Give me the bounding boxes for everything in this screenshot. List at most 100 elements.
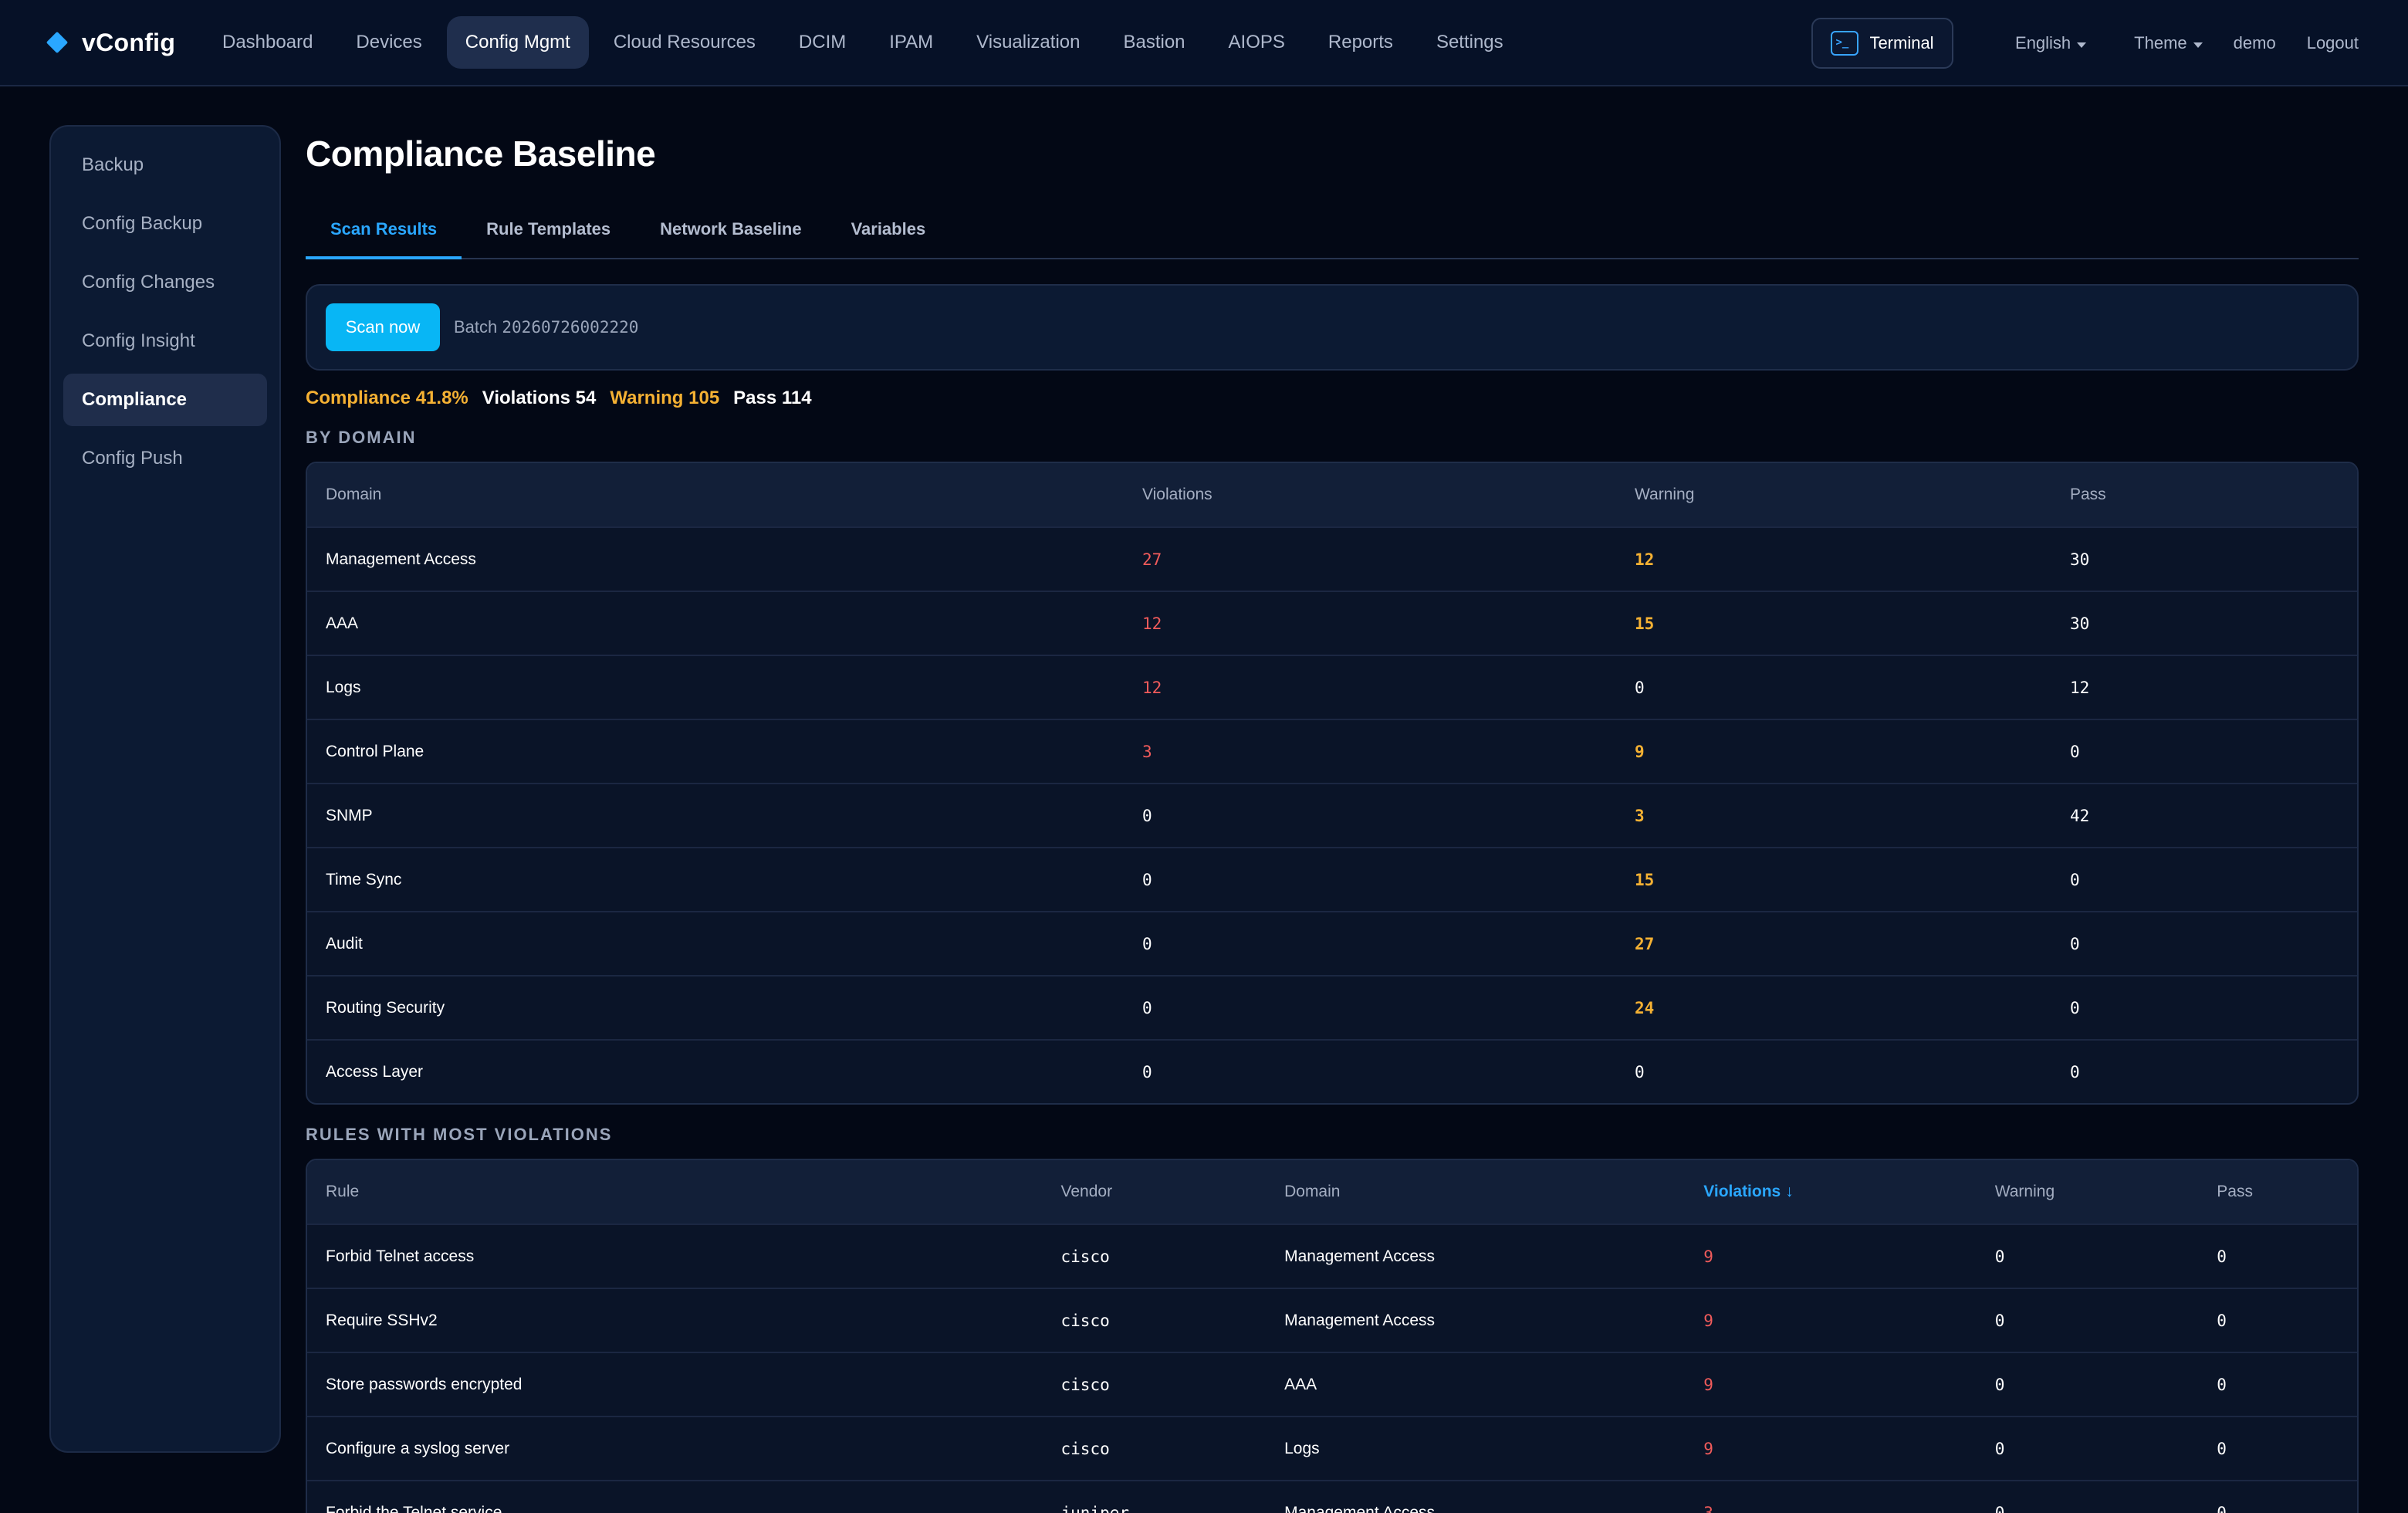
nav-item-dashboard[interactable]: Dashboard — [204, 16, 331, 69]
tab-network-baseline[interactable]: Network Baseline — [635, 210, 826, 259]
domain-cell: SNMP — [326, 806, 373, 824]
nav-item-visualization[interactable]: Visualization — [958, 16, 1098, 69]
column-header-warning[interactable]: Warning — [1616, 486, 2051, 504]
warning-cell: 12 — [1635, 550, 1655, 569]
rules-table: Rule Vendor Domain Violations ↓ Warning Pass Fo… — [306, 1159, 2359, 1513]
column-header-pass[interactable]: Pass — [2051, 486, 2345, 504]
warning-cell: 0 — [1635, 678, 1645, 697]
terminal-icon: >_ — [1831, 31, 1859, 56]
domain-cell: Time Sync — [326, 870, 402, 889]
nav-item-reports[interactable]: Reports — [1310, 16, 1412, 69]
sidebar-item-backup[interactable]: Backup — [63, 139, 267, 191]
violations-cell: 3 — [1703, 1503, 1713, 1513]
sidebar-item-config-changes[interactable]: Config Changes — [63, 256, 267, 309]
pass-cell: 0 — [2070, 934, 2080, 953]
pass-total: Pass 114 — [733, 388, 812, 408]
batch-label: Batch — [454, 317, 498, 337]
main-nav: Dashboard Devices Config Mgmt Cloud Resourc… — [204, 16, 1528, 69]
brand[interactable]: vConfig — [46, 29, 181, 57]
pass-cell: 0 — [2217, 1503, 2227, 1513]
column-header-label: Rule — [326, 1183, 360, 1200]
column-header-vendor[interactable]: Vendor — [1043, 1183, 1267, 1201]
violations-cell: 9 — [1703, 1439, 1713, 1458]
warning-cell: 24 — [1635, 998, 1655, 1017]
vendor-cell: cisco — [1060, 1311, 1110, 1330]
vendor-cell: juniper — [1060, 1503, 1130, 1513]
warning-cell: 0 — [1994, 1503, 2005, 1513]
warning-cell: 0 — [1994, 1375, 2005, 1394]
warning-cell: 15 — [1635, 870, 1655, 889]
pass-cell: 0 — [2070, 742, 2080, 761]
column-header-label: Vendor — [1060, 1183, 1113, 1200]
rule-cell: Require SSHv2 — [326, 1311, 438, 1329]
diamond-logo-icon — [46, 31, 69, 54]
warning-cell: 3 — [1635, 806, 1645, 825]
scan-now-button[interactable]: Scan now — [326, 303, 440, 351]
domain-cell: Access Layer — [326, 1062, 424, 1081]
table-row: Store passwords encrypted cisco AAA 9 0 0 — [307, 1352, 2357, 1416]
compliance-rate: Compliance 41.8% — [306, 388, 468, 408]
column-header-pass[interactable]: Pass — [2198, 1183, 2357, 1201]
pass-cell: 12 — [2070, 678, 2090, 697]
nav-item-cloud-resources[interactable]: Cloud Resources — [595, 16, 774, 69]
language-label: English — [2015, 33, 2071, 52]
violations-total: Violations 54 — [482, 388, 597, 408]
batch-info: Batch 20260726002220 — [454, 317, 638, 337]
main-content: Compliance Baseline Scan Results Rule Tem… — [306, 125, 2359, 1513]
nav-item-devices[interactable]: Devices — [337, 16, 440, 69]
tab-variables[interactable]: Variables — [827, 210, 951, 259]
domain-cell: AAA — [326, 614, 359, 632]
sidebar: Backup Config Backup Config Changes Config … — [49, 125, 281, 1453]
sidebar-item-config-insight[interactable]: Config Insight — [63, 315, 267, 367]
table-row: Access Layer 0 0 0 — [307, 1039, 2357, 1103]
tab-scan-results[interactable]: Scan Results — [306, 210, 462, 259]
terminal-button[interactable]: >_ Terminal — [1811, 18, 1954, 69]
sidebar-item-config-backup[interactable]: Config Backup — [63, 198, 267, 250]
column-header-domain[interactable]: Domain — [1266, 1183, 1685, 1201]
nav-right: >_ Terminal English Theme demo Logout — [1811, 0, 2359, 86]
table-row: Logs 12 0 12 — [307, 655, 2357, 719]
column-header-violations[interactable]: Violations ↓ — [1685, 1183, 1976, 1201]
compliance-summary: Compliance 41.8% Violations 54 Warning 1… — [306, 388, 2359, 409]
column-header-label: Domain — [1284, 1183, 1341, 1200]
domain-cell: Logs — [1284, 1439, 1320, 1457]
tab-rule-templates[interactable]: Rule Templates — [462, 210, 635, 259]
table-row: Management Access 27 12 30 — [307, 526, 2357, 591]
nav-item-dcim[interactable]: DCIM — [780, 16, 864, 69]
batch-id: 20260726002220 — [502, 318, 639, 337]
violations-cell: 0 — [1142, 1062, 1152, 1081]
warning-cell: 0 — [1994, 1247, 2005, 1266]
logout-link[interactable]: Logout — [2307, 33, 2359, 53]
column-header-warning[interactable]: Warning — [1977, 1183, 2199, 1201]
nav-item-aiops[interactable]: AIOPS — [1210, 16, 1304, 69]
scan-panel: Scan now Batch 20260726002220 — [306, 284, 2359, 371]
violations-cell: 12 — [1142, 678, 1162, 697]
column-header-rule[interactable]: Rule — [307, 1183, 1043, 1201]
tab-bar: Scan Results Rule Templates Network Baseli… — [306, 210, 2359, 259]
nav-item-ipam[interactable]: IPAM — [871, 16, 952, 69]
vendor-cell: cisco — [1060, 1247, 1110, 1266]
violations-cell: 9 — [1703, 1311, 1713, 1330]
nav-item-settings[interactable]: Settings — [1418, 16, 1522, 69]
language-dropdown[interactable]: English — [2015, 33, 2087, 53]
warning-cell: 0 — [1994, 1439, 2005, 1458]
table-row: Forbid the Telnet service juniper Manageme… — [307, 1480, 2357, 1513]
column-header-domain[interactable]: Domain — [307, 486, 1124, 504]
by-domain-heading: BY DOMAIN — [306, 428, 417, 447]
column-header-violations[interactable]: Violations — [1124, 486, 1616, 504]
theme-dropdown[interactable]: Theme — [2134, 33, 2203, 53]
warning-total: Warning 105 — [610, 388, 720, 408]
rule-cell: Forbid Telnet access — [326, 1247, 475, 1265]
table-row: Time Sync 0 15 0 — [307, 847, 2357, 911]
sidebar-item-config-push[interactable]: Config Push — [63, 432, 267, 485]
user-link[interactable]: demo — [2234, 33, 2276, 53]
nav-item-config-mgmt[interactable]: Config Mgmt — [446, 16, 589, 69]
domain-cell: Audit — [326, 934, 363, 953]
violations-cell: 12 — [1142, 614, 1162, 633]
sidebar-item-compliance[interactable]: Compliance — [63, 374, 267, 426]
table-row: SNMP 0 3 42 — [307, 783, 2357, 847]
domain-cell: Logs — [326, 678, 361, 696]
page-title: Compliance Baseline — [306, 134, 656, 174]
violations-cell: 27 — [1142, 550, 1162, 569]
nav-item-bastion[interactable]: Bastion — [1104, 16, 1203, 69]
